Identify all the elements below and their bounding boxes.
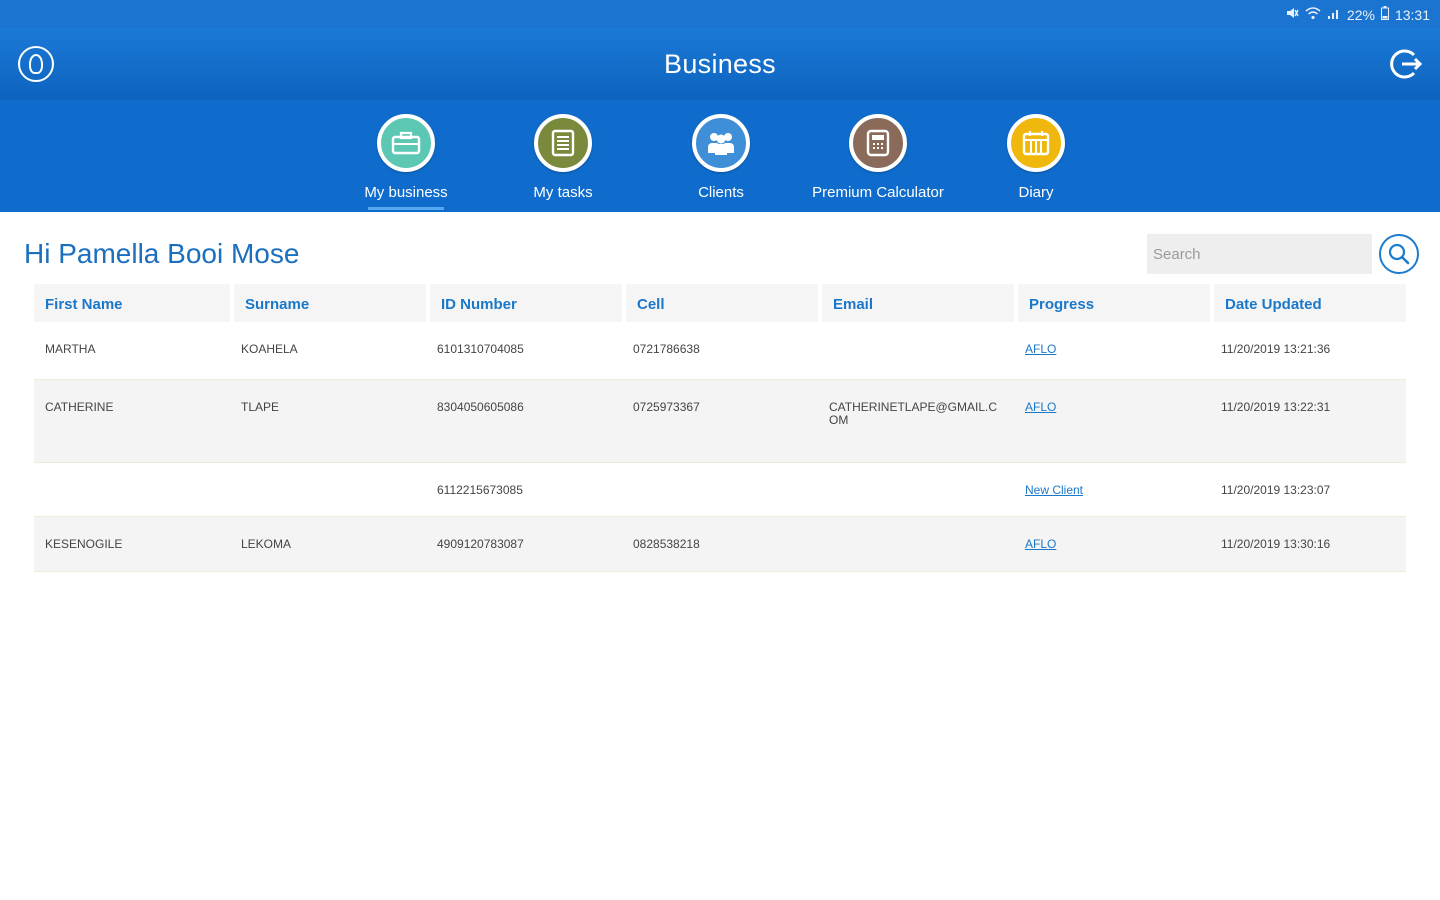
calculator-icon xyxy=(849,114,907,172)
cell-date-updated: 11/20/2019 13:22:31 xyxy=(1221,400,1331,414)
list-icon xyxy=(534,114,592,172)
cell-cell: 0725973367 xyxy=(633,400,700,414)
table-header: First Name Surname ID Number Cell Email … xyxy=(34,284,1406,322)
cell-surname: KOAHELA xyxy=(241,342,298,356)
nav-label: My business xyxy=(364,184,448,201)
col-cell[interactable]: Cell xyxy=(622,284,818,322)
cell-surname: LEKOMA xyxy=(241,537,292,551)
battery-percent: 22% xyxy=(1346,6,1375,23)
nav-label: Clients xyxy=(698,184,744,201)
cell-email xyxy=(818,463,1014,516)
cell-email xyxy=(818,517,1014,571)
cell-first-name: CATHERINE xyxy=(45,400,114,414)
col-first-name[interactable]: First Name xyxy=(34,284,230,322)
status-time: 13:31 xyxy=(1394,6,1430,23)
col-date-updated[interactable]: Date Updated xyxy=(1210,284,1406,322)
table-row[interactable]: CATHERINE TLAPE 8304050605086 0725973367… xyxy=(34,379,1406,463)
cell-date-updated: 11/20/2019 13:30:16 xyxy=(1221,537,1331,551)
people-icon xyxy=(692,114,750,172)
nav-bar: My business My tasks Clients Premium Cal… xyxy=(0,100,1440,212)
calendar-icon xyxy=(1007,114,1065,172)
table-row[interactable]: KESENOGILE LEKOMA 4909120783087 08285382… xyxy=(34,516,1406,572)
table-row[interactable]: 6112215673085 New Client 11/20/2019 13:2… xyxy=(34,463,1406,516)
cell-id-number: 8304050605086 xyxy=(437,400,524,414)
mute-icon xyxy=(1285,6,1299,23)
app-bar: Business xyxy=(0,28,1440,100)
cell-surname xyxy=(230,463,426,516)
cell-first-name: KESENOGILE xyxy=(45,537,123,551)
cell-id-number: 6101310704085 xyxy=(437,342,524,356)
nav-item-my-business[interactable]: My business xyxy=(326,114,486,210)
col-id-number[interactable]: ID Number xyxy=(426,284,622,322)
logout-icon[interactable] xyxy=(1388,46,1424,82)
logo-icon[interactable] xyxy=(18,46,54,82)
clients-table: First Name Surname ID Number Cell Email … xyxy=(34,284,1406,572)
nav-item-my-tasks[interactable]: My tasks xyxy=(483,114,643,206)
greeting-title: Hi Pamella Booi Mose xyxy=(24,238,300,269)
nav-item-premium-calculator[interactable]: Premium Calculator xyxy=(798,114,958,206)
cell-id-number: 6112215673085 xyxy=(437,483,523,497)
col-surname[interactable]: Surname xyxy=(230,284,426,322)
progress-link[interactable]: AFLO xyxy=(1014,322,1210,379)
status-bar: 22% 13:31 xyxy=(0,0,1440,28)
nav-item-diary[interactable]: Diary xyxy=(956,114,1116,206)
cell-email: CATHERINETLAPE@GMAIL.COM xyxy=(829,400,997,427)
search-button[interactable] xyxy=(1379,234,1419,274)
cell-first-name xyxy=(34,463,230,516)
cell-id-number: 4909120783087 xyxy=(437,537,524,551)
briefcase-icon xyxy=(377,114,435,172)
cell-surname: TLAPE xyxy=(241,400,280,414)
nav-item-clients[interactable]: Clients xyxy=(641,114,801,206)
nav-label: Premium Calculator xyxy=(812,184,944,201)
cell-date-updated: 11/20/2019 13:21:36 xyxy=(1221,342,1331,356)
nav-label: Diary xyxy=(1018,184,1054,201)
logo-shape xyxy=(29,54,43,74)
cell-date-updated: 11/20/2019 13:23:07 xyxy=(1221,483,1331,497)
battery-icon xyxy=(1380,6,1389,23)
cell-cell: 0828538218 xyxy=(633,537,700,551)
col-progress[interactable]: Progress xyxy=(1014,284,1210,322)
cell-cell: 0721786638 xyxy=(633,342,700,356)
progress-link[interactable]: AFLO xyxy=(1014,517,1210,571)
progress-link[interactable]: AFLO xyxy=(1014,380,1210,462)
nav-label: My tasks xyxy=(533,184,593,201)
search-icon xyxy=(1388,243,1410,265)
cell-cell xyxy=(622,463,818,516)
app-title: Business xyxy=(664,49,776,79)
signal-icon xyxy=(1327,6,1341,23)
search-input[interactable] xyxy=(1147,234,1372,274)
col-email[interactable]: Email xyxy=(818,284,1014,322)
cell-first-name: MARTHA xyxy=(45,342,96,356)
wifi-icon xyxy=(1305,6,1321,23)
active-tab-indicator xyxy=(368,207,444,210)
cell-email xyxy=(818,322,1014,379)
table-row[interactable]: MARTHA KOAHELA 6101310704085 0721786638 … xyxy=(34,322,1406,379)
status-indicators: 22% 13:31 xyxy=(1285,6,1430,23)
progress-link[interactable]: New Client xyxy=(1014,463,1210,516)
